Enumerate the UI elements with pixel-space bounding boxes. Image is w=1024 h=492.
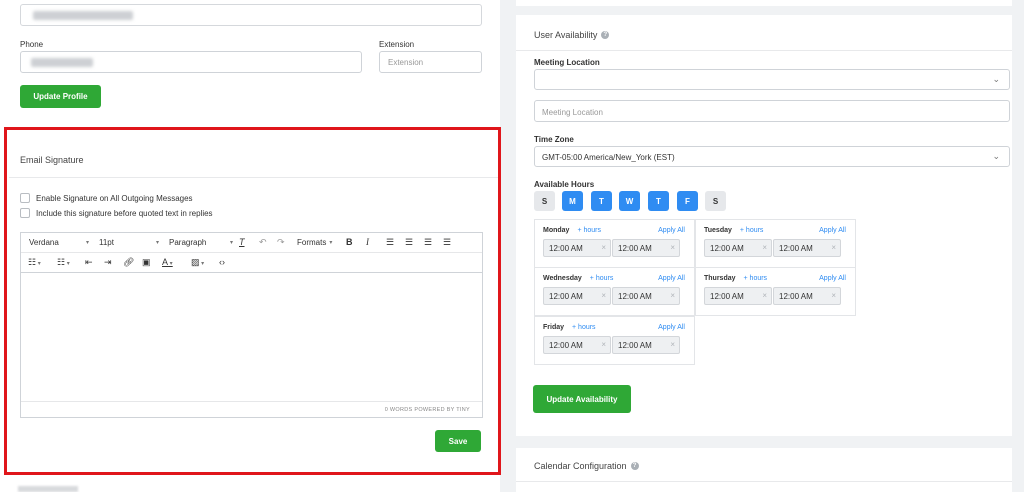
clear-icon[interactable]: × [601, 340, 606, 349]
end-time-field[interactable]: 12:00 AM × [773, 287, 841, 305]
time-zone-select[interactable]: GMT-05:00 America/New_York (EST) ⌄ [534, 146, 1010, 167]
divider [516, 481, 1012, 482]
meeting-location-placeholder: Meeting Location [542, 108, 603, 117]
meeting-location-select[interactable]: ⌄ [534, 69, 1010, 90]
time-zone-label: Time Zone [534, 135, 574, 144]
end-time-field[interactable]: 12:00 AM × [612, 287, 680, 305]
apply-all-link[interactable]: Apply All [819, 227, 846, 234]
day-hours-friday: Friday + hours Apply All 12:00 AM × 12:00… [534, 316, 695, 365]
help-icon[interactable]: ? [630, 462, 639, 470]
add-hours-link[interactable]: + hours [572, 324, 596, 331]
day-toggle-sunday[interactable]: S [534, 191, 555, 211]
time-zone-value: GMT-05:00 America/New_York (EST) [542, 153, 675, 162]
extension-placeholder: Extension [388, 58, 424, 67]
phone-label: Phone [20, 40, 44, 49]
day-name: Tuesday [704, 227, 732, 234]
calendar-configuration-label: Calendar Configuration [534, 461, 627, 471]
day-name: Friday [543, 324, 565, 331]
highlight-box [4, 127, 501, 475]
end-time-field[interactable]: 12:00 AM × [612, 336, 680, 354]
day-toggle-friday[interactable]: F [677, 191, 698, 211]
next-section-title-partial [18, 486, 78, 492]
day-hours-tuesday: Tuesday + hours Apply All 12:00 AM × 12:0… [695, 219, 856, 268]
name-field[interactable] [20, 4, 482, 26]
redacted-value [31, 58, 93, 67]
phone-field[interactable] [20, 51, 362, 73]
apply-all-link[interactable]: Apply All [658, 324, 685, 331]
day-hours-wednesday: Wednesday + hours Apply All 12:00 AM × 12… [534, 267, 695, 316]
start-time-field[interactable]: 12:00 AM × [543, 239, 611, 257]
hours-grid: Monday + hours Apply All 12:00 AM × 12:00… [534, 219, 856, 365]
chevron-down-icon: ⌄ [992, 151, 1000, 161]
add-hours-link[interactable]: + hours [577, 227, 601, 234]
day-toggle-thursday[interactable]: T [648, 191, 669, 211]
start-time-field[interactable]: 12:00 AM × [543, 336, 611, 354]
day-toggle-wednesday[interactable]: W [619, 191, 640, 211]
user-availability-title: User Availability ? [534, 30, 610, 40]
meeting-location-label: Meeting Location [534, 58, 600, 67]
day-toggle-saturday[interactable]: S [705, 191, 726, 211]
clear-icon[interactable]: × [762, 291, 767, 300]
day-name: Monday [543, 227, 570, 234]
extension-field[interactable]: Extension [379, 51, 482, 73]
clear-icon[interactable]: × [601, 243, 606, 252]
day-name: Thursday [704, 275, 736, 282]
divider [516, 50, 1012, 51]
apply-all-link[interactable]: Apply All [658, 275, 685, 282]
start-time-field[interactable]: 12:00 AM × [543, 287, 611, 305]
start-time-field[interactable]: 12:00 AM × [704, 239, 772, 257]
top-card [516, 0, 1012, 6]
clear-icon[interactable]: × [762, 243, 767, 252]
add-hours-link[interactable]: + hours [590, 275, 614, 282]
extension-label: Extension [379, 40, 415, 49]
redacted-value [33, 11, 133, 20]
clear-icon[interactable]: × [670, 243, 675, 252]
end-time-field[interactable]: 12:00 AM × [773, 239, 841, 257]
update-availability-button[interactable]: Update Availability [533, 385, 631, 413]
clear-icon[interactable]: × [831, 243, 836, 252]
calendar-configuration-title: Calendar Configuration ? [534, 461, 639, 471]
day-toggle-monday[interactable]: M [562, 191, 583, 211]
clear-icon[interactable]: × [601, 291, 606, 300]
help-icon[interactable]: ? [601, 31, 610, 39]
chevron-down-icon: ⌄ [992, 74, 1000, 84]
start-time-field[interactable]: 12:00 AM × [704, 287, 772, 305]
end-time-field[interactable]: 12:00 AM × [612, 239, 680, 257]
day-name: Wednesday [543, 275, 582, 282]
clear-icon[interactable]: × [831, 291, 836, 300]
day-toggle-tuesday[interactable]: T [591, 191, 612, 211]
apply-all-link[interactable]: Apply All [658, 227, 685, 234]
apply-all-link[interactable]: Apply All [819, 275, 846, 282]
clear-icon[interactable]: × [670, 291, 675, 300]
add-hours-link[interactable]: + hours [744, 275, 768, 282]
clear-icon[interactable]: × [670, 340, 675, 349]
update-profile-button[interactable]: Update Profile [20, 85, 101, 108]
user-availability-label: User Availability [534, 30, 598, 40]
meeting-location-input[interactable]: Meeting Location [534, 100, 1010, 122]
day-hours-thursday: Thursday + hours Apply All 12:00 AM × 12:… [695, 267, 856, 316]
day-hours-monday: Monday + hours Apply All 12:00 AM × 12:00… [534, 219, 695, 268]
add-hours-link[interactable]: + hours [740, 227, 764, 234]
available-hours-label: Available Hours [534, 180, 595, 189]
